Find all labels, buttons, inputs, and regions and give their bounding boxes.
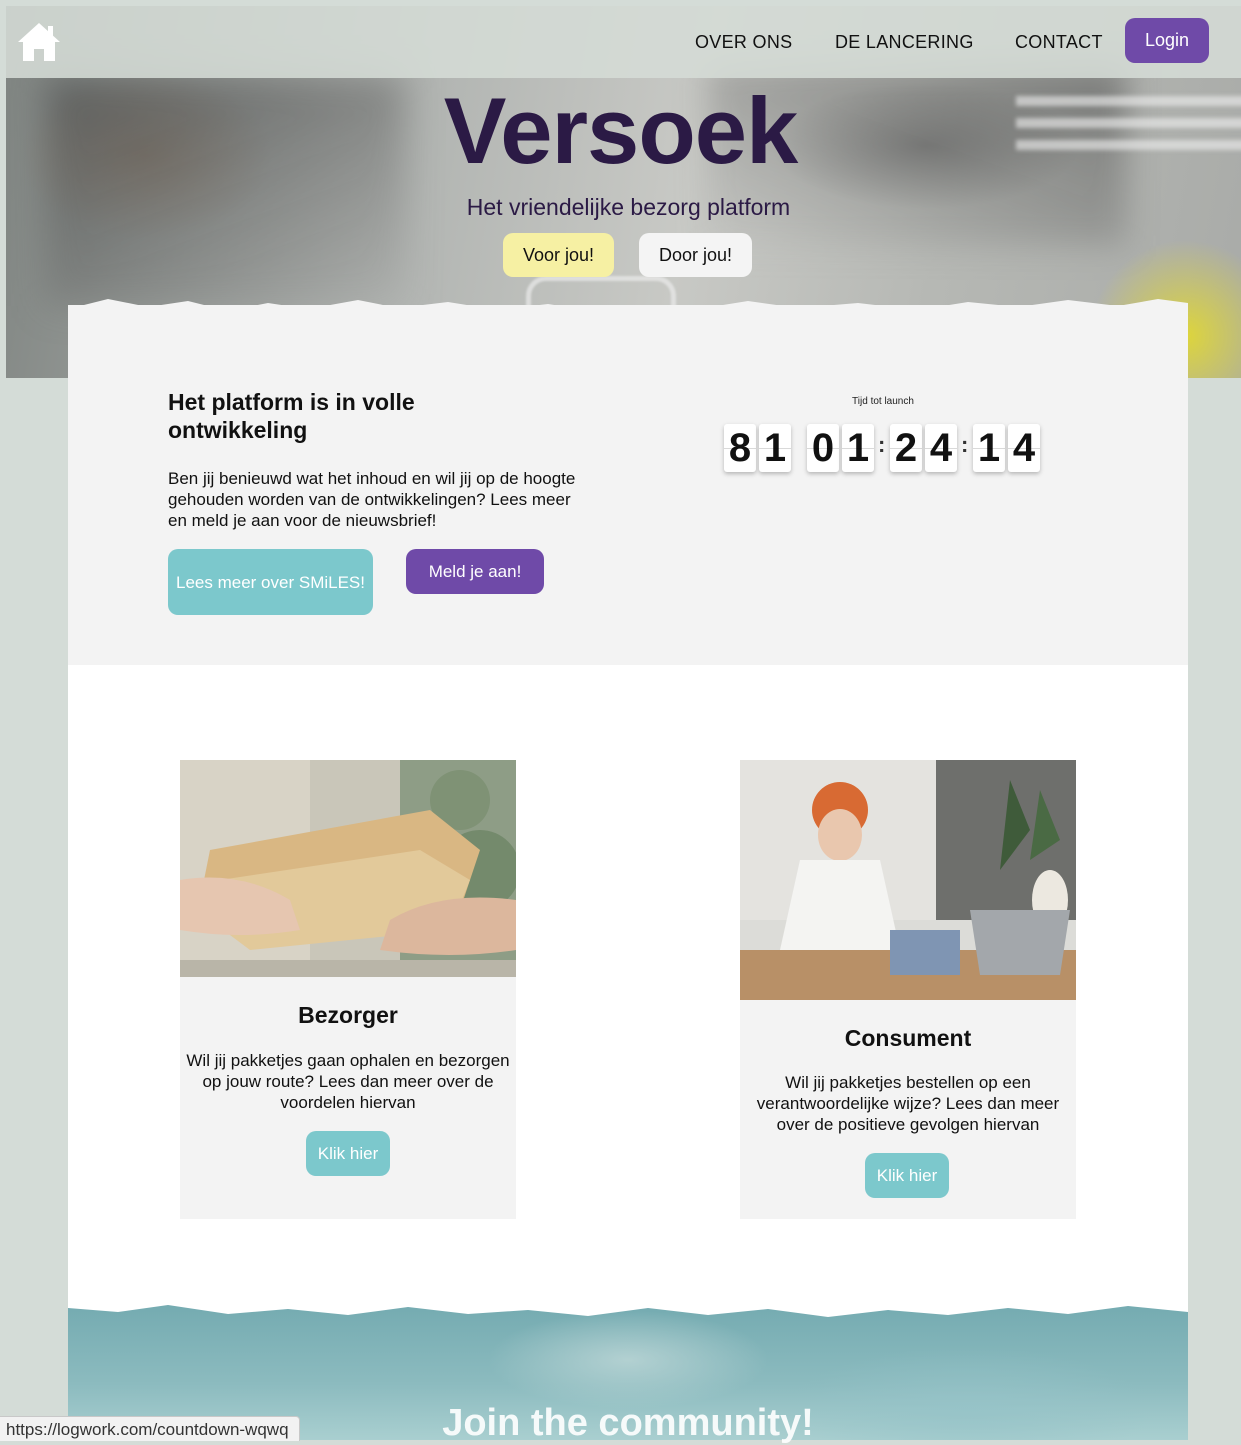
countdown-digit: 2: [890, 424, 922, 472]
countdown-digit: 4: [925, 424, 957, 472]
development-text: Ben jij benieuwd wat het inhoud en wil j…: [168, 469, 576, 530]
klik-hier-button[interactable]: Klik hier: [865, 1153, 949, 1198]
door-jou-button[interactable]: Door jou!: [639, 233, 752, 277]
countdown-label: Tijd tot launch: [852, 396, 914, 407]
meld-je-aan-button[interactable]: Meld je aan!: [406, 549, 544, 594]
package-handover-image: [180, 760, 516, 977]
countdown-separator: :: [961, 432, 969, 457]
person-packing-image: [740, 760, 1076, 1000]
countdown-digit: 4: [1008, 424, 1040, 472]
brand-tagline: Het vriendelijke bezorg platform: [466, 194, 791, 220]
countdown-digit: 8: [724, 424, 756, 472]
klik-hier-button[interactable]: Klik hier: [306, 1131, 390, 1176]
torn-paper-edge: [68, 1300, 1188, 1317]
card-text: Wil jij pakketjes gaan ophalen en bezorg…: [186, 1051, 510, 1112]
countdown-digit: 1: [842, 424, 874, 472]
torn-paper-edge: [68, 299, 1188, 321]
brand-title: Versoek: [443, 78, 799, 183]
nav-link-contact[interactable]: CONTACT: [1015, 32, 1103, 53]
voor-jou-button[interactable]: Voor jou!: [503, 233, 614, 277]
home-icon[interactable]: [16, 20, 62, 64]
card-text: Wil jij pakketjes bestellen op een veran…: [756, 1073, 1060, 1134]
development-title: Het platform is in volle ontwikkeling: [168, 389, 415, 443]
consument-card: Consument Wil jij pakketjes bestellen op…: [740, 760, 1076, 1219]
countdown-digit: 1: [759, 424, 791, 472]
nav-link-de-lancering[interactable]: DE LANCERING: [835, 32, 974, 53]
countdown-separator: :: [878, 432, 886, 457]
torn-paper-edge: [68, 666, 1188, 687]
countdown-digit: 0: [807, 424, 839, 472]
card-title: Bezorger: [298, 1002, 398, 1028]
lees-meer-button[interactable]: Lees meer over SMiLES!: [168, 549, 373, 615]
navbar: OVER ONS DE LANCERING CONTACT Login: [6, 6, 1241, 78]
login-button[interactable]: Login: [1125, 18, 1209, 63]
countdown-digit: 1: [973, 424, 1005, 472]
nav-link-over-ons[interactable]: OVER ONS: [695, 32, 792, 53]
card-title: Consument: [844, 1025, 972, 1051]
status-bar-url: https://logwork.com/countdown-wqwq: [0, 1416, 300, 1441]
bezorger-card: Bezorger Wil jij pakketjes gaan ophalen …: [180, 760, 516, 1219]
